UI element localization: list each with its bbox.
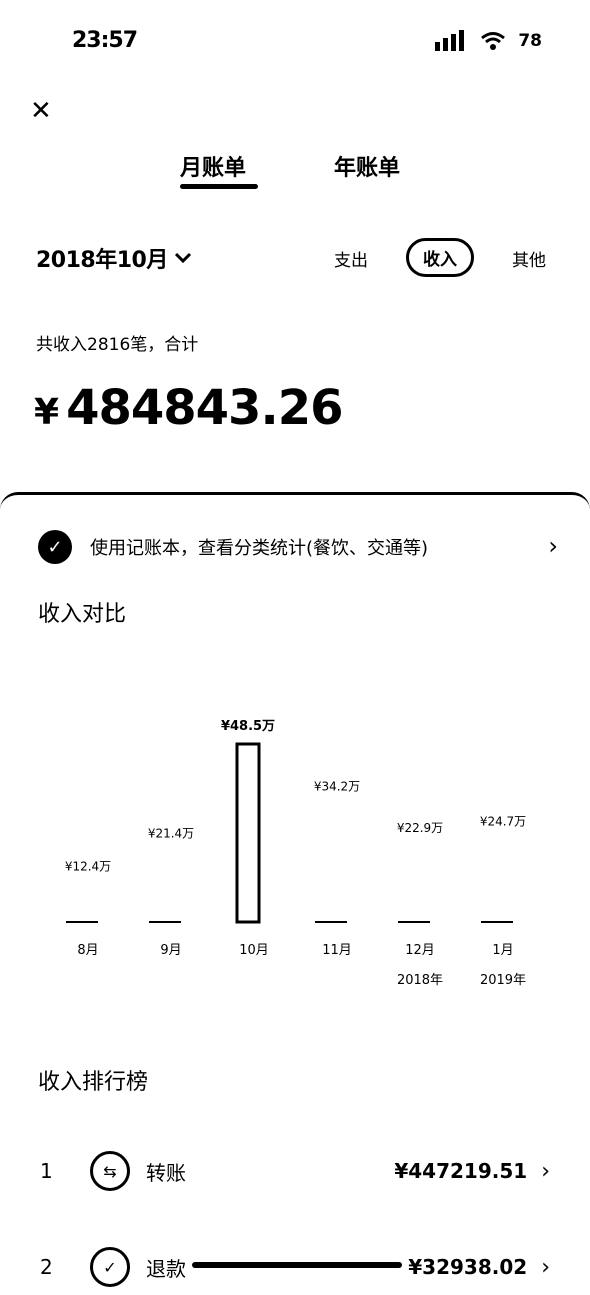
currency-symbol: ¥ [34,392,59,433]
bookkeeping-promo[interactable]: ✓ 使用记账本，查看分类统计(餐饮、交通等) › [38,530,558,564]
section-title-ranking: 收入排行榜 [38,1070,149,1095]
chevron-down-icon [174,252,191,264]
rank-amount: ¥447219.51 [394,1159,528,1183]
chart-value-label: ¥48.5万 [221,719,275,734]
month-label: 2018年10月 [36,248,168,273]
rank-label: 转账 [146,1160,186,1185]
chart-value-label: ¥34.2万 [314,779,360,793]
chevron-right-icon: › [541,1158,550,1184]
chart-category-label: 1月 [492,943,513,958]
chart-category-label: 8月 [77,943,98,958]
chart-year-label: 2019年 [480,973,526,988]
chart-value-label: ¥12.4万 [65,859,111,873]
rank-number: 1 [40,1159,53,1183]
filter-expense[interactable]: 支出 [334,246,368,271]
rank-number: 2 [40,1255,53,1279]
chart-year-label: 2018年 [397,973,443,988]
signal-icon [435,30,465,51]
chart-category-label: 11月 [322,943,352,958]
status-time: 23:57 [72,28,138,53]
tab-yearly[interactable]: 年账单 [334,150,400,182]
chart-category-label: 12月 [405,943,435,958]
total-amount: 484843.26 [66,380,343,436]
income-total: ¥484843.26 [34,380,343,436]
month-selector[interactable]: 2018年10月 [36,242,192,274]
status-icons: 78 [434,30,542,52]
rank-amount: ¥32938.02 [408,1255,528,1279]
ranking-row[interactable]: 1 ⇆ 转账 ¥447219.51 › [40,1146,550,1196]
income-comparison-chart: ¥12.4万 8月 ¥21.4万 9月 ¥48.5万 10月 ¥34.2万 11月 ¥22.9万… [65,719,526,988]
chart-category-label: 9月 [160,943,181,958]
redaction-bar [192,1262,402,1268]
chart-bar [235,742,261,924]
chart-value-label: ¥22.9万 [397,821,443,835]
chevron-right-icon: › [541,1254,550,1280]
income-summary: 共收入2816笔，合计 [36,335,199,355]
transfer-icon: ⇆ [90,1151,130,1191]
promo-text: 使用记账本，查看分类统计(餐饮、交通等) [90,538,429,559]
battery-level: 78 [518,31,542,51]
rank-label: 退款 [146,1256,186,1281]
filter-other[interactable]: 其他 [512,246,546,271]
tab-active-indicator [180,184,258,189]
chart-value-label: ¥24.7万 [480,814,526,828]
close-icon[interactable]: ✕ [30,98,52,124]
bookkeeping-icon: ✓ [38,530,72,564]
refund-check-icon: ✓ [90,1247,130,1287]
section-title-compare: 收入对比 [38,602,127,627]
wifi-icon [481,32,506,50]
chart-value-label: ¥21.4万 [148,826,194,840]
tab-monthly[interactable]: 月账单 [180,150,246,182]
chart-category-label: 10月 [239,943,269,958]
filter-income[interactable]: 收入 [406,238,474,277]
chevron-right-icon: › [548,532,558,560]
